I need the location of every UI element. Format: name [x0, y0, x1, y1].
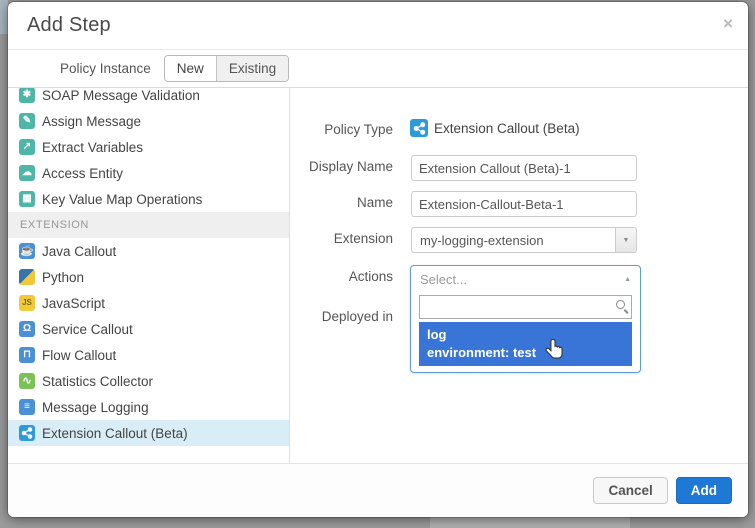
display-name-input[interactable] — [411, 155, 637, 181]
toggle-existing-button[interactable]: Existing — [216, 56, 288, 81]
list-item-label: Assign Message — [42, 114, 141, 129]
list-item-access-entity[interactable]: ☁ Access Entity — [8, 160, 289, 186]
policy-instance-row: Policy Instance New Existing — [8, 50, 748, 88]
list-item-statistics-collector[interactable]: ∿ Statistics Collector — [8, 368, 289, 394]
list-item-soap-message-validation[interactable]: ✱ SOAP Message Validation — [8, 88, 289, 108]
policy-instance-toggle: New Existing — [164, 55, 289, 82]
list-item-extract-variables[interactable]: ↗ Extract Variables — [8, 134, 289, 160]
actions-placeholder: Select... — [420, 272, 624, 287]
list-item-message-logging[interactable]: ≡ Message Logging — [8, 394, 289, 420]
extract-variables-icon: ↗ — [19, 139, 35, 155]
list-item-key-value-map-operations[interactable]: ▦ Key Value Map Operations — [8, 186, 289, 212]
list-item-extension-callout[interactable]: Extension Callout (Beta) — [8, 420, 289, 446]
list-item-label: Extension Callout (Beta) — [42, 426, 188, 441]
extension-select-value: my-logging-extension — [412, 228, 615, 252]
modal-footer: Cancel Add — [8, 463, 748, 517]
list-item-label: Statistics Collector — [42, 374, 153, 389]
chevron-down-icon: ▼ — [615, 228, 636, 252]
extension-select[interactable]: my-logging-extension ▼ — [411, 227, 637, 253]
add-button[interactable]: Add — [676, 477, 732, 504]
list-item-flow-callout[interactable]: ⊓ Flow Callout — [8, 342, 289, 368]
actions-search-wrap — [419, 295, 632, 319]
policy-type-label: Policy Type — [290, 122, 393, 137]
list-section-extension: EXTENSION — [8, 212, 289, 238]
name-label: Name — [290, 195, 393, 210]
list-item-label: Python — [42, 270, 84, 285]
add-step-modal: Add Step × Policy Instance New Existing … — [8, 2, 748, 517]
statistics-collector-icon: ∿ — [19, 373, 35, 389]
extension-callout-icon — [410, 119, 428, 137]
modal-title: Add Step — [27, 14, 111, 37]
list-item-python[interactable]: Python — [8, 264, 289, 290]
assign-message-icon: ✎ — [19, 113, 35, 129]
java-callout-icon: ☕ — [19, 243, 35, 259]
deployed-in-label: Deployed in — [290, 309, 393, 324]
list-item-javascript[interactable]: JS JavaScript — [8, 290, 289, 316]
list-item-label: JavaScript — [42, 296, 105, 311]
list-item-label: Message Logging — [42, 400, 149, 415]
service-callout-icon: Ω — [19, 321, 35, 337]
list-item-java-callout[interactable]: ☕ Java Callout — [8, 238, 289, 264]
search-icon — [616, 300, 625, 309]
access-entity-icon: ☁ — [19, 165, 35, 181]
policy-form: Policy Type Extension Callout (Beta) Dis… — [290, 88, 748, 463]
policy-type-value-row: Extension Callout (Beta) — [410, 119, 580, 137]
display-name-label: Display Name — [290, 159, 393, 174]
actions-dropdown: Select... ▲ log environment: test — [410, 265, 641, 373]
list-item-label: Extract Variables — [42, 140, 143, 155]
option-action-name: log — [427, 326, 624, 344]
modal-content: ✱ SOAP Message Validation ✎ Assign Messa… — [8, 88, 748, 463]
list-item-label: Access Entity — [42, 166, 123, 181]
policy-instance-label: Policy Instance — [60, 61, 151, 76]
actions-search-input[interactable] — [419, 295, 632, 319]
flow-callout-icon: ⊓ — [19, 347, 35, 363]
background-page-sliver — [0, 0, 8, 34]
message-logging-icon: ≡ — [19, 399, 35, 415]
toggle-new-button[interactable]: New — [165, 56, 216, 81]
list-item-service-callout[interactable]: Ω Service Callout — [8, 316, 289, 342]
list-item-label: Service Callout — [42, 322, 133, 337]
python-icon — [19, 269, 35, 285]
list-item-assign-message[interactable]: ✎ Assign Message — [8, 108, 289, 134]
soap-message-validation-icon: ✱ — [19, 88, 35, 103]
extension-label: Extension — [290, 231, 393, 246]
list-item-label: Key Value Map Operations — [42, 192, 202, 207]
policy-type-value: Extension Callout (Beta) — [434, 121, 580, 136]
screenshot-root: { "modal": { "title": "Add Step", "close… — [0, 0, 755, 528]
cancel-button[interactable]: Cancel — [593, 477, 667, 504]
list-item-label: SOAP Message Validation — [42, 88, 200, 103]
list-item-label: Java Callout — [42, 244, 116, 259]
extension-callout-icon — [19, 425, 35, 441]
actions-label: Actions — [290, 269, 393, 284]
javascript-icon: JS — [19, 295, 35, 311]
actions-option-log[interactable]: log environment: test — [419, 322, 632, 366]
list-item-label: Flow Callout — [42, 348, 116, 363]
modal-header: Add Step × — [8, 2, 748, 50]
actions-dropdown-control[interactable]: Select... ▲ — [411, 266, 640, 292]
background-page-strip — [430, 517, 630, 528]
close-icon[interactable]: × — [723, 15, 733, 32]
chevron-up-icon: ▲ — [624, 276, 631, 283]
name-input[interactable] — [411, 191, 637, 217]
policy-type-list: ✱ SOAP Message Validation ✎ Assign Messa… — [8, 88, 290, 463]
key-value-map-icon: ▦ — [19, 191, 35, 207]
option-environment: environment: test — [427, 344, 624, 362]
